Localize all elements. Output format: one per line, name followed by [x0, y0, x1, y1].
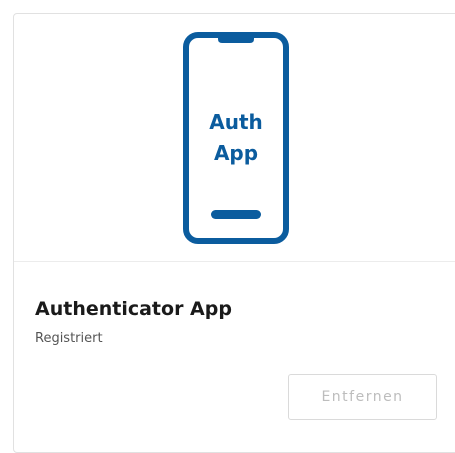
- status-text: Registriert: [35, 331, 103, 346]
- phone-label-line1: Auth: [209, 110, 263, 134]
- phone-label-line2: App: [213, 141, 259, 165]
- remove-button[interactable]: Entfernen: [288, 374, 437, 420]
- smartphone-icon: [183, 32, 289, 244]
- card-illustration: Auth App: [14, 14, 455, 261]
- card-title: Authenticator App: [35, 298, 232, 320]
- card-divider: [14, 261, 455, 262]
- authenticator-card: Auth App Authenticator App Registriert E…: [13, 13, 455, 453]
